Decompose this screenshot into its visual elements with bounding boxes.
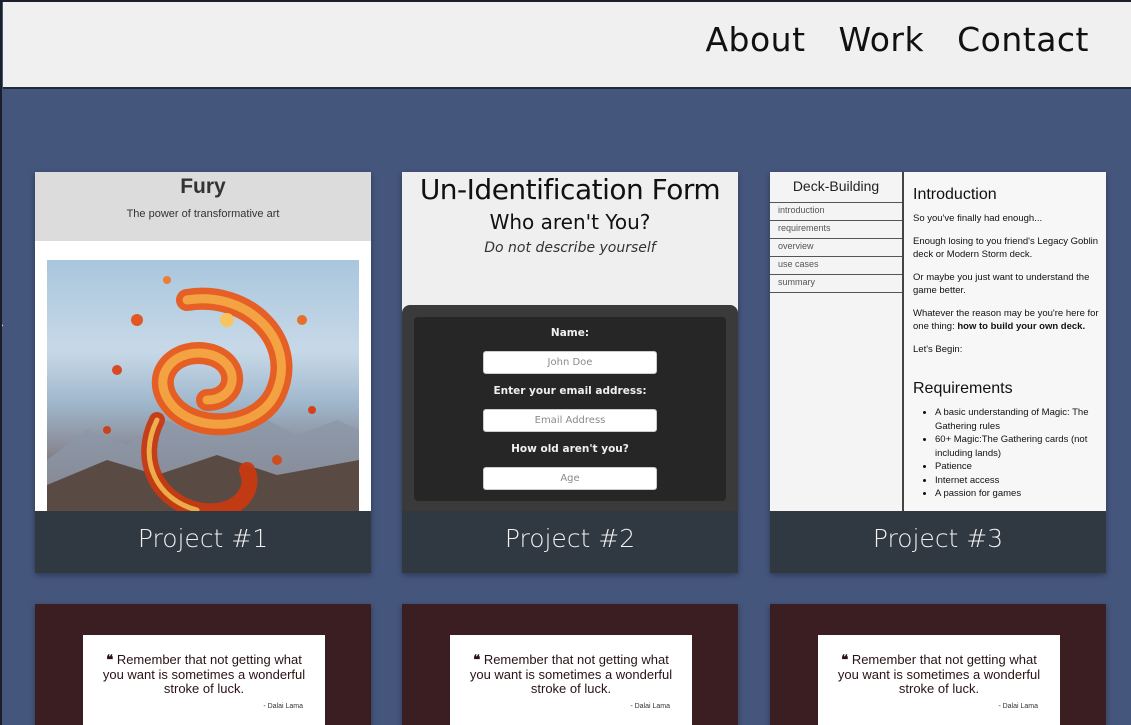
- quote-card: ❝ Remember that not getting what you wan…: [450, 635, 692, 725]
- project-2-thumbnail: Un-Identification Form Who aren't You? D…: [402, 172, 738, 511]
- intro-paragraph-3: Or maybe you just want to understand the…: [913, 271, 1090, 297]
- project-tile-6[interactable]: ❝ Remember that not getting what you wan…: [770, 604, 1106, 725]
- project-3-thumbnail: Deck-Building introduction requirements …: [770, 172, 1106, 511]
- quote-left-icon: ❝: [841, 652, 849, 667]
- project-tile-5[interactable]: ❝ Remember that not getting what you wan…: [402, 604, 738, 725]
- fury-artwork-image: [47, 260, 359, 511]
- requirement-item: A passion for games: [935, 487, 1103, 501]
- intro-heading: Introduction: [913, 186, 997, 203]
- quote-body: Remember that not getting what you want …: [469, 652, 673, 696]
- form-description: Do not describe yourself: [484, 240, 656, 256]
- age-field: Age: [483, 467, 657, 490]
- requirement-item: A basic understanding of Magic: The Gath…: [935, 406, 1103, 433]
- deck-building-preview: Deck-Building introduction requirements …: [770, 172, 1106, 511]
- deck-sidebar-nav: Deck-Building introduction requirements …: [770, 172, 904, 511]
- email-label: Enter your email address:: [493, 385, 647, 397]
- project-tile-3[interactable]: Deck-Building introduction requirements …: [770, 172, 1106, 573]
- nav-links: About Work Contact: [705, 20, 1089, 59]
- quote-left-icon: ❝: [106, 652, 114, 667]
- deck-nav-item-introduction: introduction: [770, 203, 902, 221]
- requirement-item: Patience: [935, 460, 1103, 474]
- quote-text: ❝ Remember that not getting what you wan…: [818, 635, 1060, 697]
- chevron-right-icon: ›: [0, 321, 4, 331]
- quote-preview: ❝ Remember that not getting what you wan…: [770, 604, 1106, 725]
- fury-header: Fury The power of transformative art: [35, 172, 371, 241]
- quote-card: ❝ Remember that not getting what you wan…: [83, 635, 325, 725]
- nav-link-contact[interactable]: Contact: [957, 20, 1089, 59]
- intro-paragraph-1: So you've finally had enough...: [913, 213, 1043, 224]
- fury-preview: Fury The power of transformative art: [35, 172, 371, 511]
- project-1-caption: Project #1: [35, 511, 371, 573]
- nav-link-about[interactable]: About: [705, 20, 805, 59]
- form-title: Un-Identification Form: [419, 173, 721, 206]
- quote-preview: ❝ Remember that not getting what you wan…: [35, 604, 371, 725]
- intro-paragraph-4: Whatever the reason may be you're here f…: [913, 307, 1103, 334]
- project-tile-2[interactable]: Un-Identification Form Who aren't You? D…: [402, 172, 738, 573]
- deck-nav-title: Deck-Building: [770, 172, 902, 203]
- deck-nav-item-requirements: requirements: [770, 221, 902, 239]
- quote-text: ❝ Remember that not getting what you wan…: [83, 635, 325, 697]
- fury-subtitle: The power of transformative art: [126, 208, 280, 220]
- form-body: Name: John Doe Enter your email address:…: [414, 317, 726, 501]
- deck-nav-item-use-cases: use cases: [770, 257, 902, 275]
- form-subtitle: Who aren't You?: [489, 210, 651, 234]
- quote-author: - Dalai Lama: [998, 703, 1038, 710]
- form-container: Name: John Doe Enter your email address:…: [402, 305, 738, 511]
- top-navbar: About Work Contact: [3, 2, 1131, 89]
- intro-paragraph-4-bold: how to build your own deck.: [957, 321, 1086, 332]
- project-3-caption: Project #3: [770, 511, 1106, 573]
- project-tile-4[interactable]: ❝ Remember that not getting what you wan…: [35, 604, 371, 725]
- nav-link-work[interactable]: Work: [839, 20, 925, 59]
- project-2-caption: Project #2: [402, 511, 738, 573]
- deck-main-content: Introduction So you've finally had enoug…: [913, 186, 1103, 501]
- deck-nav-item-summary: summary: [770, 275, 902, 293]
- intro-paragraph-5: Let's Begin:: [913, 343, 963, 355]
- quote-preview: ❝ Remember that not getting what you wan…: [402, 604, 738, 725]
- quote-body: Remember that not getting what you want …: [837, 652, 1041, 696]
- project-1-thumbnail: Fury The power of transformative art: [35, 172, 371, 511]
- fury-title: Fury: [180, 175, 226, 198]
- requirements-list: A basic understanding of Magic: The Gath…: [913, 406, 1103, 501]
- quote-left-icon: ❝: [473, 652, 481, 667]
- quote-body: Remember that not getting what you want …: [102, 652, 306, 696]
- requirements-heading: Requirements: [913, 380, 1013, 397]
- quote-author: - Dalai Lama: [263, 703, 303, 710]
- intro-paragraph-2: Enough losing to you friend's Legacy Gob…: [913, 235, 1099, 261]
- name-label: Name:: [550, 327, 590, 339]
- age-label: How old aren't you?: [511, 443, 629, 455]
- name-field: John Doe: [483, 351, 657, 374]
- quote-author: - Dalai Lama: [630, 703, 670, 710]
- email-field: Email Address: [483, 409, 657, 432]
- project-tile-1[interactable]: Fury The power of transformative art Pro…: [35, 172, 371, 573]
- quote-card: ❝ Remember that not getting what you wan…: [818, 635, 1060, 725]
- requirement-item: Internet access: [935, 474, 1103, 488]
- deck-nav-item-overview: overview: [770, 239, 902, 257]
- quote-text: ❝ Remember that not getting what you wan…: [450, 635, 692, 697]
- form-preview: Un-Identification Form Who aren't You? D…: [402, 172, 738, 511]
- requirement-item: 60+ Magic:The Gathering cards (not inclu…: [935, 433, 1103, 460]
